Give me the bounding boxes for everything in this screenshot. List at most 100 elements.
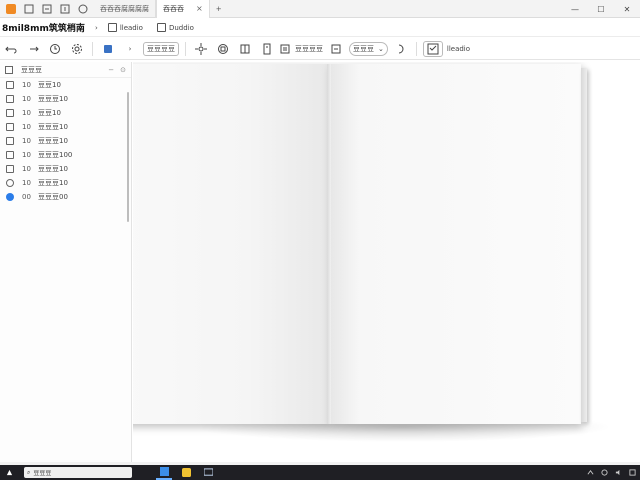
sidebar-item-label: 豆豆豆100 bbox=[38, 151, 73, 159]
sidebar-item-label: 豆豆10 bbox=[38, 81, 61, 89]
volume-icon[interactable] bbox=[614, 469, 622, 477]
sidebar-item-label: 豆豆豆10 bbox=[38, 165, 68, 173]
settings-gear-icon[interactable] bbox=[68, 40, 86, 58]
sidebar-item-label: 豆豆豆10 bbox=[38, 123, 68, 131]
sidebar-item-4[interactable]: 10 豆豆豆10 bbox=[0, 120, 131, 134]
sidebar-item-number: 10 bbox=[22, 165, 31, 173]
sidebar-item-label: 豆豆豆00 bbox=[38, 193, 68, 201]
value-dropdown[interactable]: 豆豆豆 ⌄ bbox=[349, 41, 388, 56]
cloud-icon[interactable] bbox=[600, 469, 608, 477]
sidebar-item-1[interactable]: 10 豆豆10 bbox=[0, 78, 131, 92]
view-label[interactable]: lleadio bbox=[447, 40, 470, 58]
sidebar-header: 豆豆豆 − ⊙ bbox=[0, 62, 131, 78]
sidebar-item-label: 豆豆豆10 bbox=[38, 179, 68, 187]
menu-item-duddio[interactable]: Duddio bbox=[152, 20, 199, 36]
sidebar-item-number: 10 bbox=[22, 109, 31, 117]
minimize-icon[interactable]: — bbox=[562, 0, 588, 18]
value-dropdown-label: 豆豆豆 bbox=[353, 44, 374, 53]
text-box-icon[interactable] bbox=[258, 40, 276, 58]
taskbar-app-monitor[interactable] bbox=[200, 465, 216, 480]
tab-document-1[interactable]: 吞吞吞腐腐腐腐 bbox=[94, 0, 156, 18]
style-dropdown-value: 豆豆豆豆 bbox=[147, 44, 175, 53]
right-page[interactable] bbox=[329, 64, 581, 424]
toggle-icon[interactable] bbox=[392, 40, 410, 58]
network-icon[interactable] bbox=[586, 469, 594, 477]
start-icon[interactable] bbox=[2, 465, 16, 480]
table-icon[interactable] bbox=[236, 40, 254, 58]
close-window-icon[interactable]: ✕ bbox=[614, 0, 640, 18]
menu-chevron-icon[interactable]: › bbox=[90, 20, 103, 36]
sidebar: 豆豆豆 − ⊙ 10 豆豆10 10 豆豆豆10 10 豆豆10 10 豆豆豆10 10… bbox=[0, 62, 132, 462]
window-controls: — ☐ ✕ bbox=[562, 0, 640, 18]
book-spine bbox=[327, 64, 331, 424]
bag-icon bbox=[6, 165, 14, 173]
sidebar-item-7[interactable]: 10 豆豆豆10 bbox=[0, 162, 131, 176]
sidebar-item-5[interactable]: 10 豆豆豆10 bbox=[0, 134, 131, 148]
tab-document-2[interactable]: 吞吞吞 × bbox=[156, 0, 210, 18]
menu-item-label: lleadio bbox=[119, 23, 143, 32]
taskbar-app-files[interactable] bbox=[178, 465, 194, 480]
chevron-icon: ⌄ bbox=[378, 44, 384, 53]
sidebar-item-number: 10 bbox=[22, 137, 31, 145]
home-icon bbox=[6, 137, 14, 145]
search-placeholder: 豆豆豆 bbox=[33, 470, 52, 477]
app-icon[interactable] bbox=[4, 2, 18, 16]
sidebar-item-6[interactable]: 10 豆豆豆100 bbox=[0, 148, 131, 162]
sidebar-item-number: 10 bbox=[22, 179, 31, 187]
document-canvas[interactable] bbox=[133, 62, 640, 462]
grid-icon bbox=[6, 123, 14, 131]
system-tray bbox=[580, 465, 636, 480]
collapse-icon[interactable]: − bbox=[108, 66, 114, 74]
sidebar-item-3[interactable]: 10 豆豆10 bbox=[0, 106, 131, 120]
notification-icon[interactable] bbox=[628, 469, 636, 477]
taskbar-search[interactable]: ⌕ 豆豆豆 bbox=[24, 467, 132, 478]
sparkle-icon[interactable] bbox=[192, 40, 210, 58]
sidebar-item-9[interactable]: 00 豆豆豆00 bbox=[0, 190, 131, 204]
tab-label: 吞吞吞腐腐腐腐 bbox=[100, 4, 149, 13]
sidebar-scrollbar[interactable] bbox=[127, 92, 129, 222]
sidebar-item-number: 10 bbox=[22, 123, 31, 131]
history-clock-icon[interactable] bbox=[46, 40, 64, 58]
list-icon[interactable] bbox=[327, 40, 345, 58]
lock-icon bbox=[6, 95, 14, 103]
format-group[interactable]: 豆豆豆豆 bbox=[280, 40, 323, 58]
search-icon: ⌕ bbox=[27, 468, 31, 476]
format-label: 豆豆豆豆 bbox=[295, 44, 323, 53]
menu-bar: 8mil8mm筑筑梢南 › lleadio Duddio bbox=[0, 19, 640, 37]
pages-icon bbox=[5, 65, 13, 74]
page-icon bbox=[156, 23, 166, 32]
chevron-right-icon[interactable]: › bbox=[121, 40, 139, 58]
left-page[interactable] bbox=[133, 64, 329, 424]
sidebar-item-number: 10 bbox=[22, 81, 31, 89]
tab-label: 吞吞吞 bbox=[163, 4, 184, 13]
menu-item-lleadio[interactable]: lleadio bbox=[103, 20, 148, 36]
redo-arrow-icon[interactable] bbox=[24, 40, 42, 58]
style-dropdown[interactable]: 豆豆豆豆 bbox=[143, 41, 179, 56]
doc-icon bbox=[6, 151, 14, 159]
layout-icon bbox=[107, 23, 117, 32]
maximize-icon[interactable]: ☐ bbox=[588, 0, 614, 18]
taskbar: ⌕ 豆豆豆 bbox=[0, 465, 640, 480]
sidebar-item-label: 豆豆10 bbox=[38, 109, 61, 117]
view-mode-button[interactable] bbox=[422, 40, 443, 57]
new-tab-button[interactable]: + bbox=[210, 0, 228, 18]
redo-icon[interactable] bbox=[58, 2, 72, 16]
save-icon[interactable] bbox=[22, 2, 36, 16]
toolbar: › 豆豆豆豆 豆豆豆豆 豆豆豆 ⌄ lleadio bbox=[0, 38, 640, 60]
sidebar-item-8[interactable]: 10 豆豆豆10 bbox=[0, 176, 131, 190]
shape-icon[interactable] bbox=[214, 40, 232, 58]
sidebar-item-2[interactable]: 10 豆豆豆10 bbox=[0, 92, 131, 106]
undo-arrow-icon[interactable] bbox=[2, 40, 20, 58]
history-icon[interactable] bbox=[76, 2, 90, 16]
toolbar-divider bbox=[415, 41, 417, 56]
clock-icon bbox=[6, 179, 14, 187]
taskbar-app-editor[interactable] bbox=[156, 465, 172, 480]
blue-square-icon[interactable] bbox=[99, 40, 117, 58]
sidebar-settings-icon[interactable]: ⊙ bbox=[120, 66, 126, 74]
undo-icon[interactable] bbox=[40, 2, 54, 16]
toolbar-divider bbox=[185, 41, 186, 56]
sidebar-item-number: 00 bbox=[22, 193, 31, 201]
sidebar-item-label: 豆豆豆10 bbox=[38, 95, 68, 103]
close-icon[interactable]: × bbox=[196, 4, 203, 13]
menu-item-label: Duddio bbox=[168, 23, 194, 32]
